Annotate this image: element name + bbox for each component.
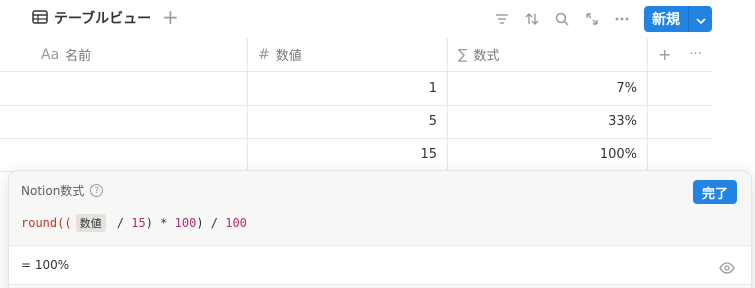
empty-cell <box>648 138 712 171</box>
add-property-button[interactable]: + <box>658 45 671 64</box>
number-cell[interactable]: 5 <box>248 105 448 138</box>
formula-token-operator: ) * <box>145 216 175 230</box>
formula-token-number: 100 <box>225 216 247 230</box>
formula-input[interactable]: round((数値 / 15) * 100) / 100 <box>21 214 247 232</box>
formula-type-icon: ∑ <box>458 46 468 63</box>
column-header-name[interactable]: Aa 名前 <box>0 38 248 71</box>
name-cell[interactable] <box>0 138 248 171</box>
formula-value: 100% <box>599 147 637 162</box>
new-dropdown-button[interactable] <box>689 6 712 32</box>
number-value: 1 <box>428 81 437 96</box>
empty-cell <box>648 72 712 105</box>
table-row[interactable]: 15 100% <box>0 138 712 172</box>
more-icon[interactable] <box>612 9 632 29</box>
formula-cell[interactable]: 33% <box>448 105 648 138</box>
formula-editor-popup: Notion数式 ? 完了 round((数値 / 15) * 100) / 1… <box>8 170 752 288</box>
done-button[interactable]: 完了 <box>693 180 737 204</box>
formula-editor-title-text: Notion数式 <box>21 184 85 198</box>
formula-token-operator: / <box>109 216 132 230</box>
more-icon[interactable]: ··· <box>689 47 701 62</box>
toolbar: テーブルビュー + 新規 <box>0 0 755 38</box>
formula-result-bar: = 100% <box>9 245 751 285</box>
add-view-button[interactable]: + <box>162 7 179 27</box>
formula-token-paren: (( <box>57 216 72 230</box>
formula-editor-title: Notion数式 ? <box>21 182 104 199</box>
name-cell[interactable] <box>0 105 248 138</box>
column-header-label: 名前 <box>65 49 92 64</box>
formula-property-chip[interactable]: 数値 <box>75 214 106 232</box>
name-cell[interactable] <box>0 72 248 105</box>
formula-value: 33% <box>608 114 637 129</box>
empty-cell <box>648 105 712 138</box>
eye-icon[interactable] <box>719 259 735 278</box>
sort-icon[interactable] <box>522 9 542 29</box>
filter-icon[interactable] <box>492 9 512 29</box>
formula-cell[interactable]: 100% <box>448 138 648 171</box>
column-header-label: 数式 <box>473 49 500 64</box>
formula-token-operator: ) / <box>196 216 226 230</box>
view-tab-label: テーブルビュー <box>54 11 152 27</box>
text-type-icon: Aa <box>41 46 60 63</box>
column-header-formula[interactable]: ∑ 数式 <box>448 38 648 71</box>
chevron-down-icon <box>695 10 706 29</box>
search-icon[interactable] <box>552 9 572 29</box>
number-type-icon: # <box>258 46 270 63</box>
table-row[interactable]: 5 33% <box>0 105 712 139</box>
new-button[interactable]: 新規 <box>644 6 689 32</box>
formula-token-number: 100 <box>174 216 197 230</box>
formula-token-function: round <box>21 216 58 230</box>
number-cell[interactable]: 1 <box>248 72 448 105</box>
column-header-actions: + ··· <box>648 38 712 71</box>
number-value: 15 <box>420 147 437 162</box>
table-header-row: Aa 名前 # 数値 ∑ 数式 + ··· <box>0 38 712 72</box>
view-tab-table[interactable]: テーブルビュー <box>32 6 151 30</box>
number-value: 5 <box>428 114 437 129</box>
table-icon <box>32 9 48 28</box>
help-icon[interactable]: ? <box>90 184 104 197</box>
table-row[interactable]: 1 7% <box>0 72 712 106</box>
formula-token-number: 15 <box>131 216 146 230</box>
number-cell[interactable]: 15 <box>248 138 448 171</box>
formula-cell[interactable]: 7% <box>448 72 648 105</box>
formula-result: = 100% <box>21 258 70 272</box>
new-button-group: 新規 <box>644 6 712 32</box>
column-header-label: 数値 <box>275 49 302 64</box>
formula-value: 7% <box>616 81 637 96</box>
expand-icon[interactable] <box>582 9 602 29</box>
column-header-number[interactable]: # 数値 <box>248 38 448 71</box>
